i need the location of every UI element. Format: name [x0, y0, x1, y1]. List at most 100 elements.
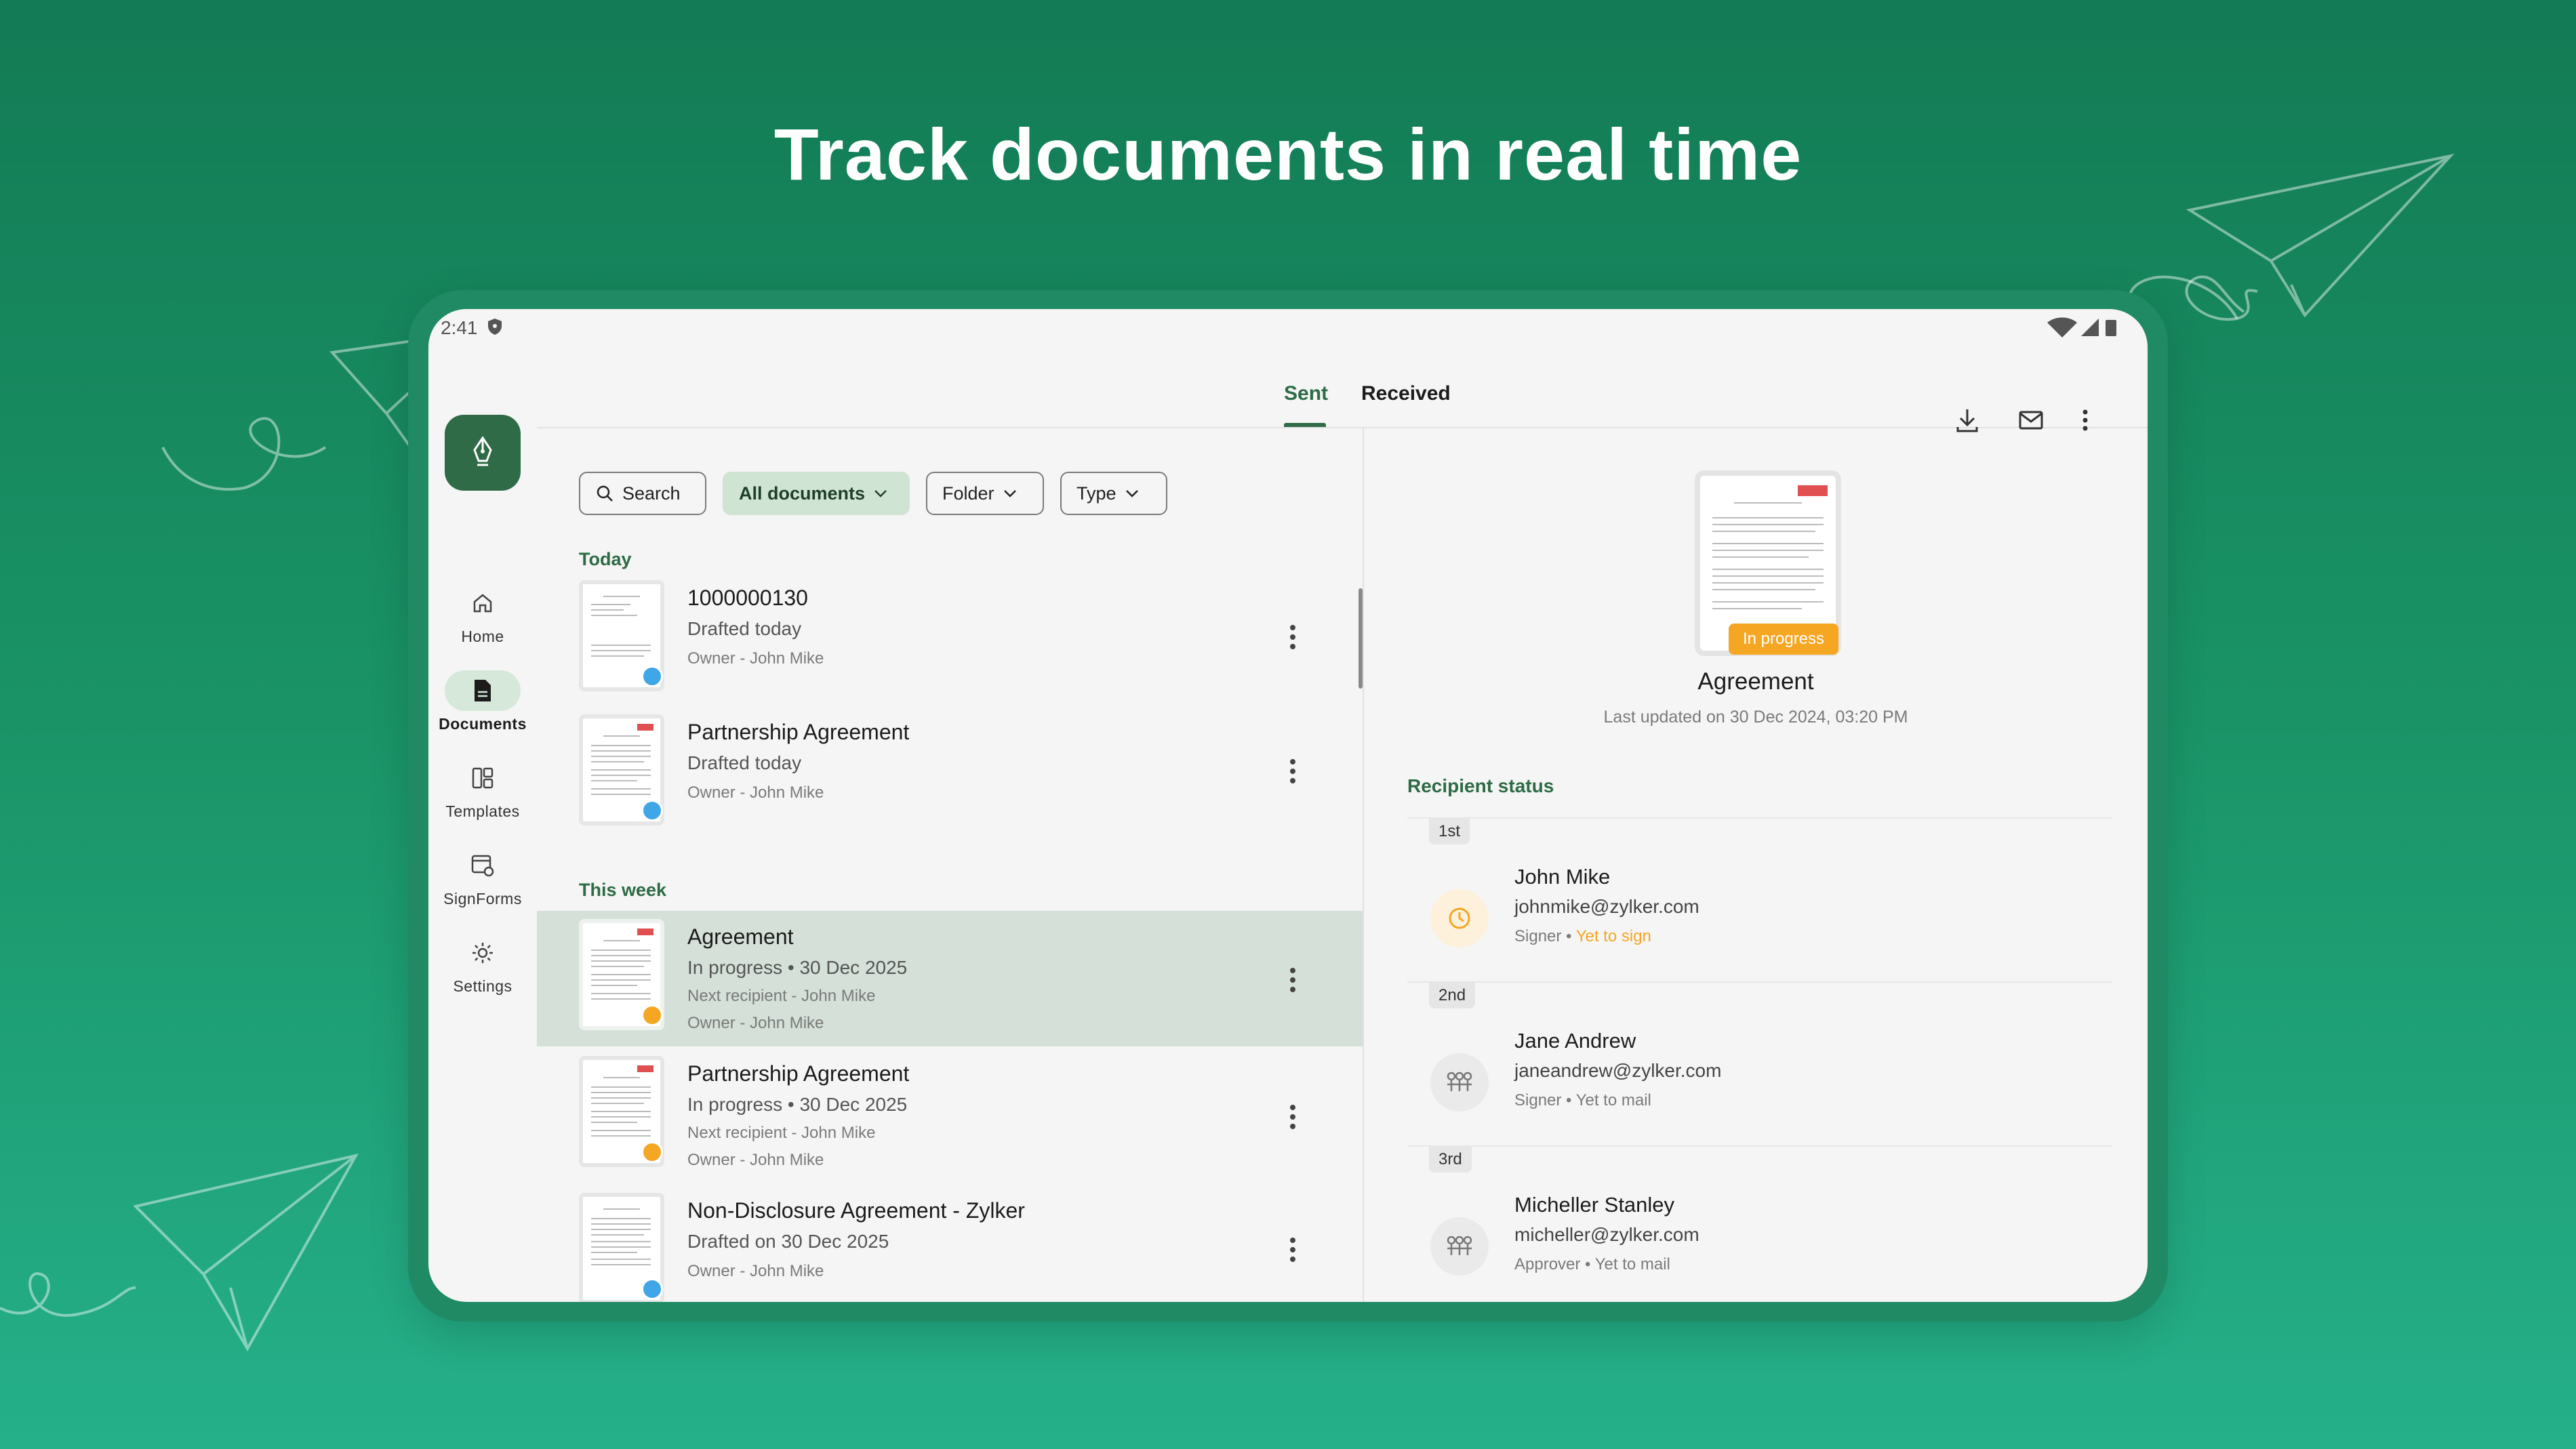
document-owner: Owner - John Mike	[687, 649, 824, 668]
system-status-icons	[2047, 317, 2116, 338]
document-owner: Owner - John Mike	[687, 1151, 824, 1169]
tab-sent[interactable]: Sent	[1284, 382, 1328, 405]
section-today: Today	[579, 549, 632, 569]
type-label: Type	[1076, 483, 1116, 504]
nav-documents-label: Documents	[439, 715, 527, 733]
document-icon	[475, 680, 491, 701]
document-owner: Owner - John Mike	[687, 1262, 824, 1280]
document-status: In progress	[687, 1094, 783, 1115]
nav-signforms[interactable]: SignForms	[428, 845, 537, 908]
recipient-name: Jane Andrew	[1514, 1029, 1636, 1053]
search-icon	[597, 485, 613, 502]
list-item[interactable]: Non-Disclosure Agreement - Zylker Drafte…	[537, 1185, 1363, 1302]
document-status-line: In progress • 30 Dec 2025	[687, 1094, 908, 1115]
sign-fab-button[interactable]	[445, 415, 521, 491]
nav-documents[interactable]: Documents	[428, 670, 537, 733]
document-title: Partnership Agreement	[687, 720, 910, 744]
nav-settings-pill	[445, 933, 521, 973]
nav-signforms-label: SignForms	[443, 890, 522, 907]
document-detail-pane: In progress Agreement Last updated on 30…	[1364, 428, 2148, 1302]
recipient-status: Yet to mail	[1575, 1091, 1651, 1109]
tab-received[interactable]: Received	[1361, 382, 1451, 405]
recipient-avatar	[1430, 1217, 1489, 1275]
tab-indicator	[1284, 423, 1326, 427]
all-documents-label: All documents	[739, 483, 866, 504]
list-scrollbar[interactable]	[1359, 588, 1363, 689]
document-date: 30 Dec 2025	[799, 1094, 908, 1115]
nav-documents-pill	[445, 670, 521, 711]
status-bar: 2:41	[428, 309, 2148, 344]
recipient-role: Approver	[1514, 1255, 1581, 1273]
document-status: Drafted on 30 Dec 2025	[687, 1231, 889, 1252]
search-chip-label: Search	[622, 483, 681, 504]
draft-status-badge	[641, 1278, 663, 1300]
chevron-down-icon	[1003, 490, 1016, 497]
nav-signforms-pill	[445, 845, 521, 886]
document-status: In progress	[687, 957, 783, 978]
detail-last-updated: Last updated on 30 Dec 2024, 03:20 PM	[1603, 708, 1908, 727]
nav-home-label: Home	[461, 628, 504, 645]
document-title: Non-Disclosure Agreement - Zylker	[687, 1198, 1025, 1223]
status-time: 2:41	[441, 317, 478, 338]
document-status-line: In progress • 30 Dec 2025	[687, 957, 908, 978]
recipient-role-line: Signer • Yet to sign	[1514, 927, 1651, 945]
all-documents-chip[interactable]: All documents	[723, 472, 910, 515]
templates-icon	[472, 767, 494, 789]
more-vertical-icon[interactable]	[1289, 1102, 1296, 1132]
type-chip[interactable]: Type	[1060, 472, 1167, 515]
gear-icon	[472, 943, 493, 963]
document-list: Search All documents Folder Type Today 1…	[537, 428, 1363, 1302]
nav-templates-pill	[445, 758, 521, 798]
more-vertical-icon[interactable]	[1289, 622, 1296, 652]
list-item-selected[interactable]: Agreement In progress • 30 Dec 2025 Next…	[537, 911, 1363, 1046]
detail-title: Agreement	[1697, 668, 1814, 695]
detail-status-badge: In progress	[1729, 624, 1838, 655]
nav-home-pill	[445, 583, 521, 624]
recipient-divider	[1407, 981, 2112, 983]
draft-status-badge	[641, 800, 663, 821]
signer-group-icon	[1447, 1236, 1472, 1255]
folder-chip[interactable]: Folder	[926, 472, 1044, 515]
document-next-recipient: Next recipient - John Mike	[687, 1124, 876, 1142]
recipient-order: 1st	[1429, 819, 1470, 844]
list-item[interactable]: 1000000130 Drafted today Owner - John Mi…	[537, 572, 1363, 705]
document-owner: Owner - John Mike	[687, 783, 824, 802]
more-vertical-icon[interactable]	[1289, 756, 1296, 786]
headline: Track documents in real time	[773, 113, 1803, 195]
nav-home[interactable]: Home	[428, 583, 537, 646]
in-progress-status-badge	[641, 1004, 663, 1026]
more-vertical-icon[interactable]	[1289, 1235, 1296, 1265]
recipient-avatar	[1430, 889, 1489, 947]
recipient-name: Micheller Stanley	[1514, 1193, 1675, 1217]
nav-templates[interactable]: Templates	[428, 758, 537, 821]
draft-status-badge	[641, 666, 663, 687]
nav-templates-label: Templates	[445, 802, 520, 820]
more-vertical-icon[interactable]	[1289, 965, 1296, 995]
document-status: Drafted today	[687, 618, 802, 639]
nav-settings[interactable]: Settings	[428, 933, 537, 996]
section-this-week: This week	[579, 880, 667, 900]
recipient-role: Signer	[1514, 927, 1562, 945]
document-title: Partnership Agreement	[687, 1061, 910, 1086]
recipient-divider	[1407, 1145, 2112, 1147]
in-progress-status-badge	[641, 1141, 663, 1163]
document-owner: Owner - John Mike	[687, 1014, 824, 1032]
app-screen: 2:41 Home Documents Templates SignForms …	[428, 309, 2148, 1302]
list-item[interactable]: Partnership Agreement Drafted today Owne…	[537, 706, 1363, 839]
recipient-email: micheller@zylker.com	[1514, 1224, 1699, 1245]
tab-bar: Sent Received	[537, 344, 2148, 432]
recipient-role-line: Signer • Yet to mail	[1514, 1091, 1651, 1109]
signforms-icon	[471, 855, 494, 877]
search-chip[interactable]: Search	[579, 472, 706, 515]
navigation-rail: Home Documents Templates SignForms Setti	[428, 344, 537, 1302]
recipient-avatar	[1430, 1053, 1489, 1111]
recipient-status: Yet to sign	[1575, 927, 1651, 945]
folder-label: Folder	[942, 483, 994, 504]
list-item[interactable]: Partnership Agreement In progress • 30 D…	[537, 1048, 1363, 1183]
pen-nib-icon	[473, 436, 492, 466]
recipient-email: johnmike@zylker.com	[1514, 896, 1699, 917]
recipient-order: 3rd	[1429, 1147, 1472, 1172]
chevron-down-icon	[874, 490, 887, 497]
document-title: 1000000130	[687, 586, 808, 610]
filter-chips: Search All documents Folder Type	[579, 472, 1167, 515]
